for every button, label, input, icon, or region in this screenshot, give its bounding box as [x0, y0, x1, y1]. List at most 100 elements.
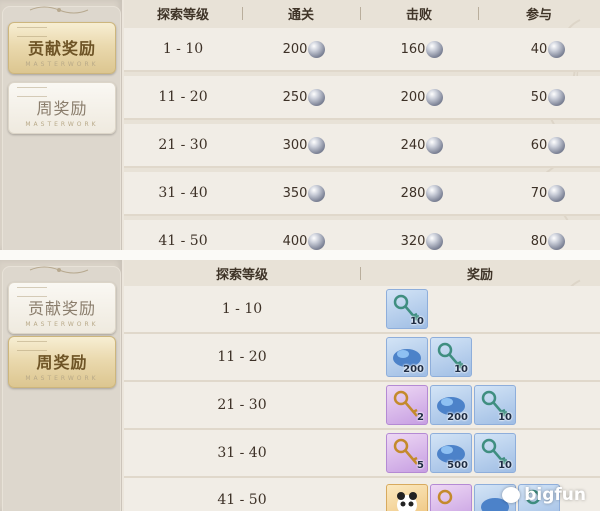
- table-row: 31 - 40 350 280 70: [124, 172, 600, 216]
- weekly-reward-table: 探索等级 奖励 1 - 10 10 11 - 20 200 10 21 - 30…: [124, 260, 600, 511]
- level-cell: 21 - 30: [158, 137, 208, 153]
- item-quantity: 200: [403, 364, 424, 375]
- key-icon[interactable]: 10: [430, 337, 472, 377]
- table-row: 1 - 10 200 160 40: [124, 28, 600, 72]
- silver-orb-icon: [548, 232, 566, 250]
- clear-cell: 400: [264, 220, 344, 250]
- blue-crystal-icon[interactable]: 200: [386, 337, 428, 377]
- gold-key-icon[interactable]: 2: [386, 385, 428, 425]
- tab-subtitle: MASTERWORK: [25, 375, 99, 382]
- participate-cell: 60: [508, 124, 588, 166]
- participate-cell: 50: [508, 76, 588, 118]
- blue-crystal-icon[interactable]: 500: [430, 433, 472, 473]
- key-icon[interactable]: 10: [474, 433, 516, 473]
- silver-orb-icon: [308, 232, 326, 250]
- header-divider: [360, 7, 361, 20]
- tab-label: 周奖励: [36, 353, 88, 372]
- watermark-text: bigfun: [524, 485, 586, 505]
- tab-label: 贡献奖励: [27, 299, 96, 318]
- level-cell: 11 - 20: [158, 89, 208, 105]
- blue-crystal-icon[interactable]: 200: [430, 385, 472, 425]
- participate-value: 70: [530, 185, 548, 201]
- item-quantity: 10: [454, 364, 468, 375]
- table-row: 11 - 20 250 200 50: [124, 76, 600, 120]
- header-divider: [360, 267, 361, 280]
- rewards-cell: 10: [386, 286, 586, 332]
- defeat-cell: 200: [382, 76, 462, 118]
- header-divider: [478, 7, 479, 20]
- defeat-value: 240: [400, 137, 426, 153]
- bigfun-watermark: bigfun: [502, 485, 586, 505]
- item-quantity: 2: [417, 412, 424, 423]
- screenshot-divider: [0, 250, 600, 260]
- silver-orb-icon: [426, 88, 444, 106]
- tab-weekly-reward[interactable]: 周奖励 MASTERWORK: [8, 336, 116, 388]
- level-cell: 41 - 50: [217, 492, 267, 508]
- gold-key-icon[interactable]: [430, 484, 472, 511]
- header-clear: 通关: [287, 7, 314, 23]
- table-row: 1 - 10 10: [124, 286, 600, 334]
- silver-orb-icon: [548, 136, 566, 154]
- tab-weekly-reward[interactable]: 周奖励 MASTERWORK: [8, 82, 116, 134]
- contribution-reward-panel: 贡献奖励 MASTERWORK 周奖励 MASTERWORK 探索等级 通关 击…: [0, 0, 600, 250]
- defeat-cell: 160: [382, 28, 462, 70]
- bigfun-logo-icon: [502, 487, 521, 503]
- table-row: 11 - 20 200 10: [124, 334, 600, 382]
- defeat-cell: 240: [382, 124, 462, 166]
- table-header: 探索等级 通关 击败 参与: [124, 0, 600, 26]
- header-level: 探索等级: [215, 267, 268, 283]
- participate-value: 50: [530, 89, 548, 105]
- level-cell: 31 - 40: [217, 445, 267, 461]
- tab-contribution-reward[interactable]: 贡献奖励 MASTERWORK: [8, 282, 116, 334]
- header-level: 探索等级: [156, 7, 209, 23]
- ornament-icon: [29, 6, 89, 14]
- item-quantity: 5: [417, 460, 424, 471]
- level-cell: 21 - 30: [217, 397, 267, 413]
- clear-value: 400: [282, 233, 308, 249]
- tab-subtitle: MASTERWORK: [25, 121, 99, 128]
- table-row: 41 - 50 400 320 80: [124, 220, 600, 250]
- level-cell: 11 - 20: [217, 349, 267, 365]
- clear-cell: 350: [264, 172, 344, 214]
- table-row: 31 - 40 5 500 10: [124, 430, 600, 478]
- clear-value: 350: [282, 185, 308, 201]
- defeat-value: 280: [400, 185, 426, 201]
- key-icon[interactable]: 10: [474, 385, 516, 425]
- panda-icon-art: [397, 492, 417, 511]
- silver-orb-icon: [426, 40, 444, 58]
- header-rewards: 奖励: [466, 267, 493, 283]
- rewards-cell: 200 10: [386, 334, 586, 380]
- clear-value: 200: [282, 41, 308, 57]
- header-participate: 参与: [525, 7, 552, 23]
- silver-orb-icon: [426, 136, 444, 154]
- silver-orb-icon: [548, 88, 566, 106]
- tab-contribution-reward[interactable]: 贡献奖励 MASTERWORK: [8, 22, 116, 74]
- defeat-value: 200: [400, 89, 426, 105]
- panda-icon[interactable]: [386, 484, 428, 511]
- level-cell: 31 - 40: [158, 185, 208, 201]
- participate-value: 60: [530, 137, 548, 153]
- reward-sidebar: 贡献奖励 MASTERWORK 周奖励 MASTERWORK: [0, 0, 122, 250]
- level-cell: 1 - 10: [221, 301, 263, 317]
- participate-cell: 80: [508, 220, 588, 250]
- clear-cell: 200: [264, 28, 344, 70]
- gold-key-icon-art: [437, 489, 453, 505]
- defeat-value: 160: [400, 41, 426, 57]
- participate-cell: 70: [508, 172, 588, 214]
- header-divider: [242, 7, 243, 20]
- silver-orb-icon: [426, 232, 444, 250]
- gold-key-icon[interactable]: 5: [386, 433, 428, 473]
- key-icon[interactable]: 10: [386, 289, 428, 329]
- silver-orb-icon: [308, 184, 326, 202]
- item-quantity: 500: [447, 460, 468, 471]
- level-cell: 1 - 10: [162, 41, 204, 57]
- weekly-reward-panel: 贡献奖励 MASTERWORK 周奖励 MASTERWORK 探索等级 奖励 1…: [0, 260, 600, 511]
- clear-cell: 250: [264, 76, 344, 118]
- tab-label: 周奖励: [36, 99, 88, 118]
- tab-label: 贡献奖励: [27, 39, 96, 58]
- item-quantity: 10: [410, 316, 424, 327]
- silver-orb-icon: [308, 136, 326, 154]
- silver-orb-icon: [548, 184, 566, 202]
- participate-value: 40: [530, 41, 548, 57]
- defeat-cell: 320: [382, 220, 462, 250]
